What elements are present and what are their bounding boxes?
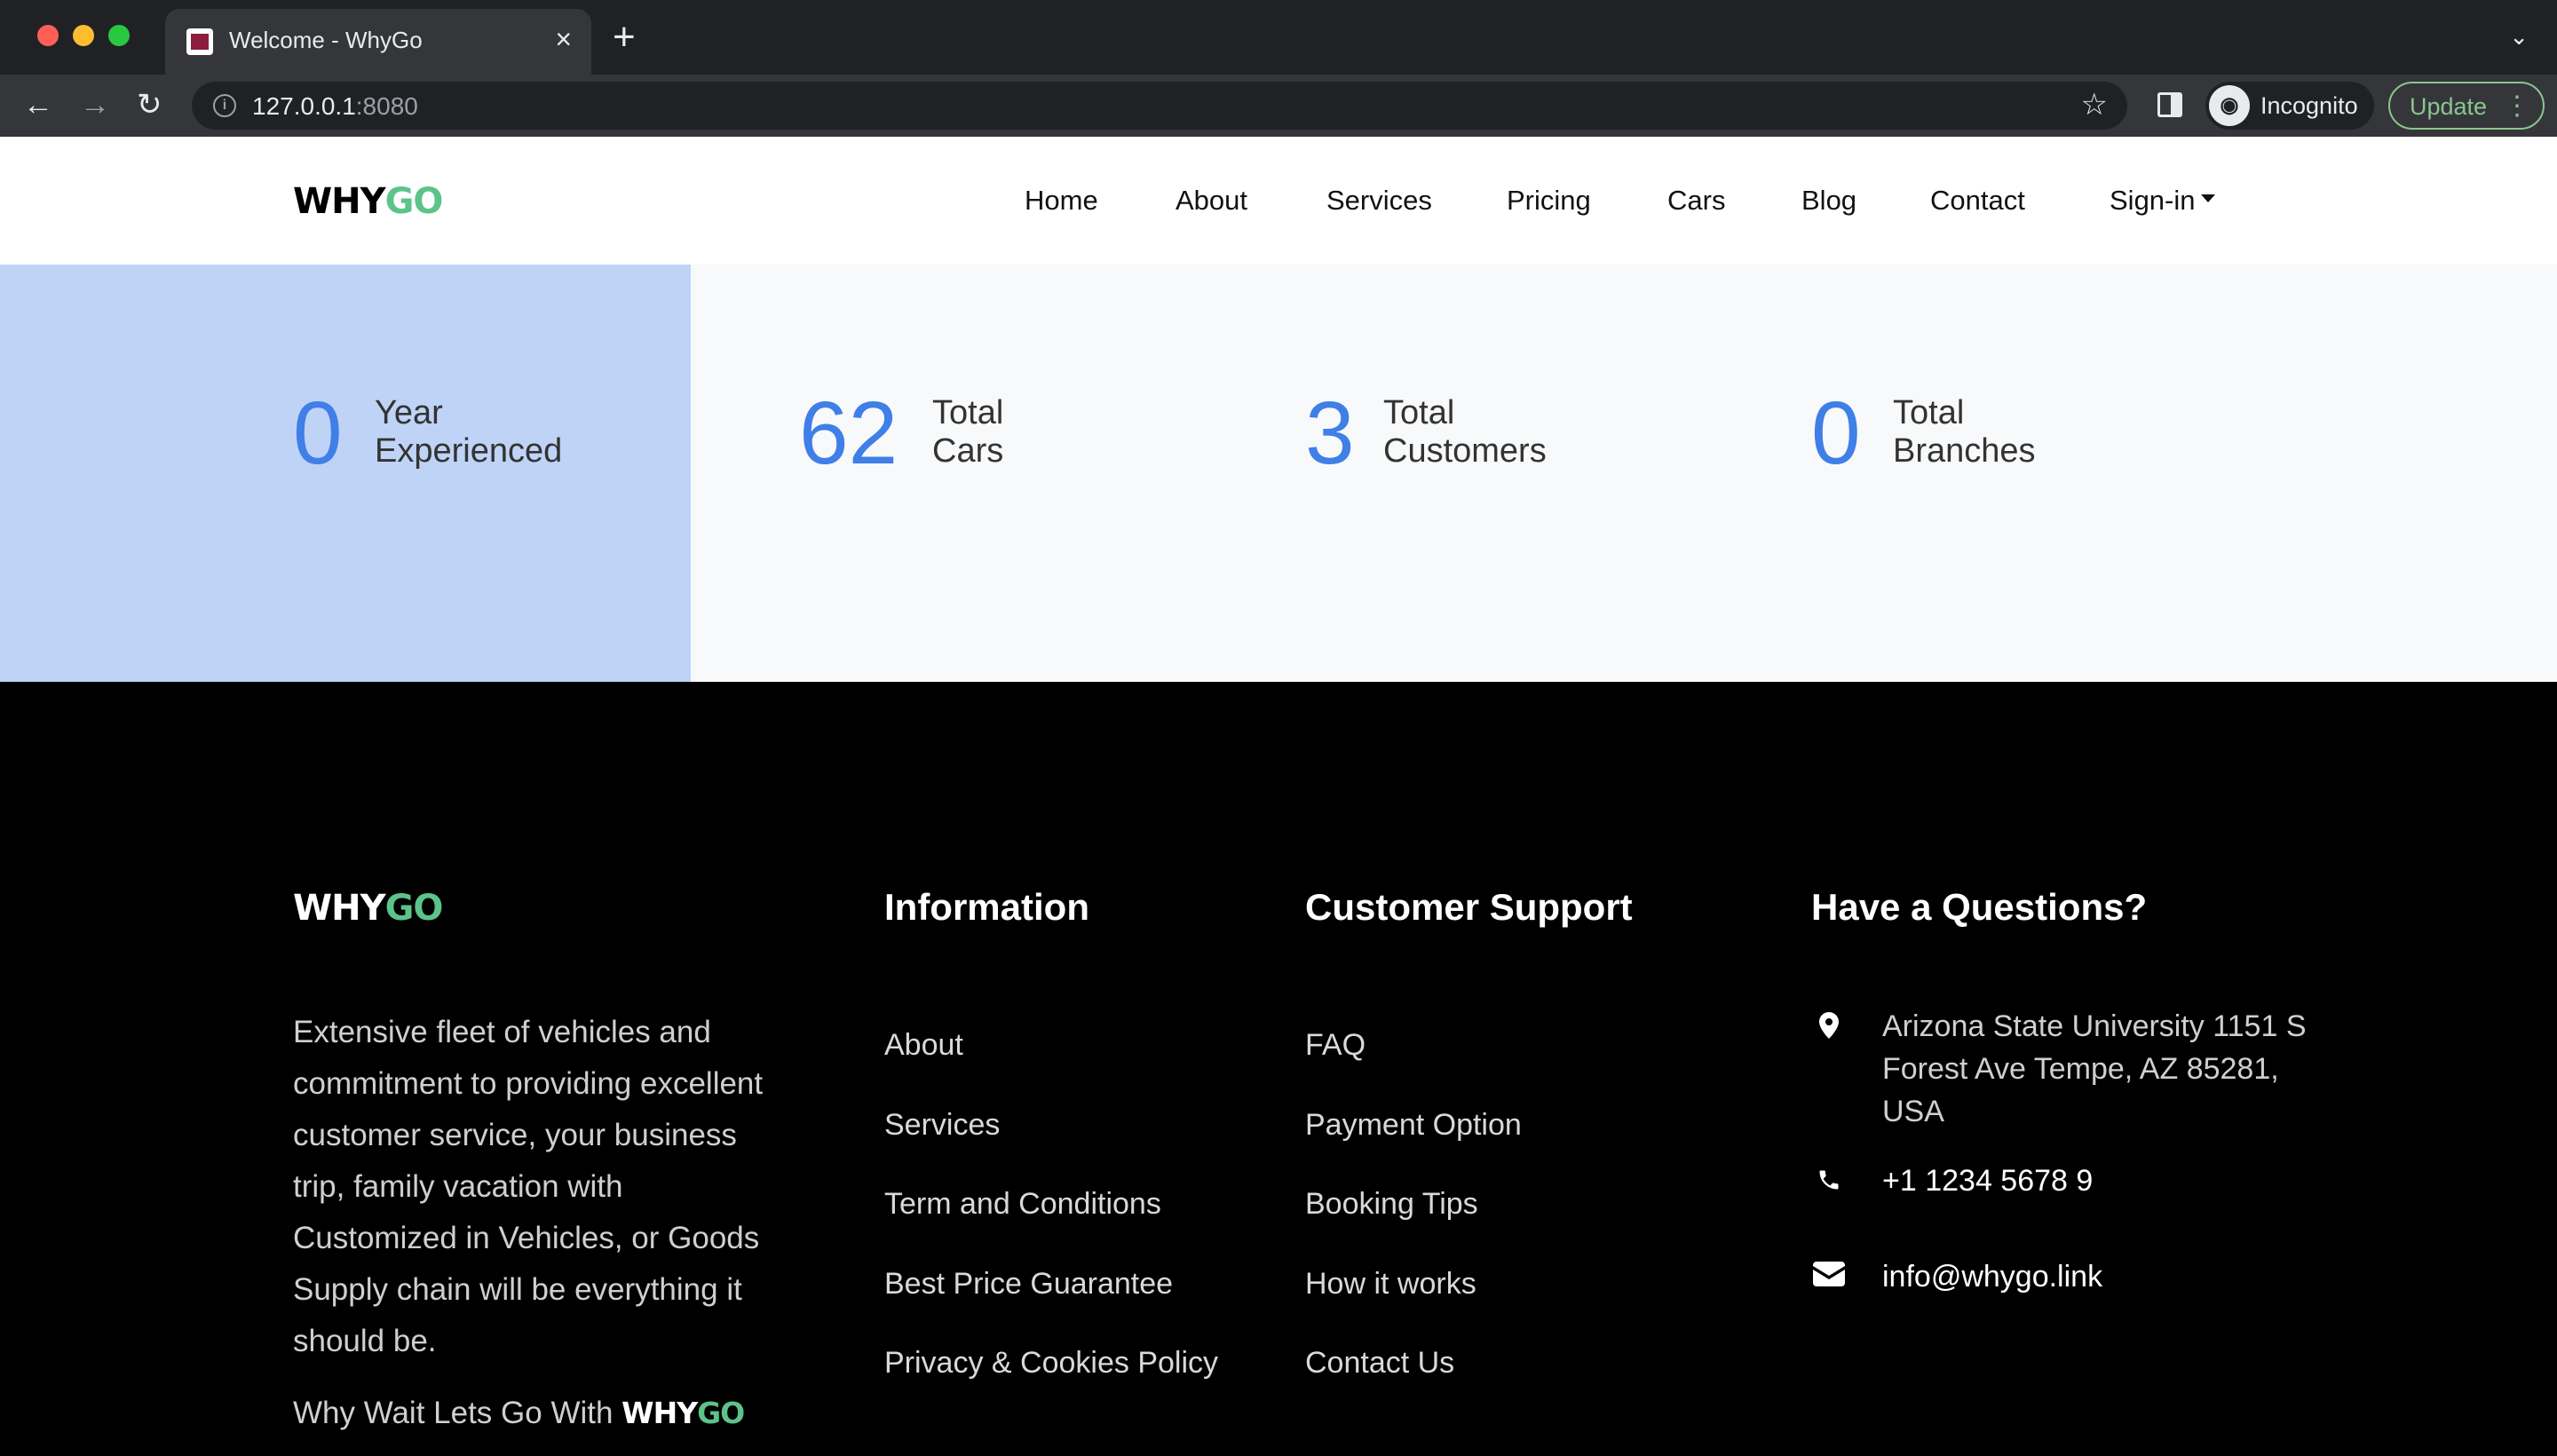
nav-link-pricing[interactable]: Pricing <box>1507 185 1591 217</box>
browser-tab-bar: Welcome - WhyGo × + ⌄ <box>0 0 2557 75</box>
stat-label: Total Customers <box>1383 394 1650 471</box>
logo-go: GO <box>697 1396 745 1430</box>
window-maximize-button[interactable] <box>108 25 130 46</box>
update-button[interactable]: Update ⋮ <box>2388 82 2545 130</box>
map-pin-icon <box>1811 1012 1847 1046</box>
envelope-svg <box>1813 1262 1845 1286</box>
stat-label-line1: Year <box>375 394 443 431</box>
url-text[interactable]: 127.0.0.1:8080 <box>252 92 418 121</box>
stat-label-line2: Experienced <box>375 432 563 470</box>
stat-value: 0 <box>1811 384 1861 483</box>
new-tab-plus-icon[interactable]: + <box>613 18 636 57</box>
site-logo[interactable]: WHYGO <box>293 181 444 222</box>
footer-heading-contact: Have a Questions? <box>1811 886 2148 928</box>
site-info-icon[interactable]: i <box>213 94 236 117</box>
logo-go: GO <box>384 888 444 929</box>
tab-close-icon[interactable]: × <box>555 23 572 55</box>
window-close-button[interactable] <box>37 25 59 46</box>
tagline-logo: WHYGO <box>621 1396 745 1430</box>
contact-phone[interactable]: +1 1234 5678 9 <box>1882 1159 2326 1202</box>
stat-label-line2: Cars <box>932 432 1004 470</box>
nav-link-services[interactable]: Services <box>1326 185 1432 217</box>
url-host: 127.0.0.1 <box>252 92 356 120</box>
incognito-profile-button[interactable]: ◉ Incognito <box>2205 82 2374 130</box>
back-arrow-icon[interactable]: ← <box>23 85 53 124</box>
contact-email[interactable]: info@whygo.link <box>1882 1255 2326 1298</box>
kebab-menu-icon[interactable]: ⋮ <box>2504 91 2530 123</box>
footer-link-services[interactable]: Services <box>884 1108 1000 1143</box>
side-panel-icon[interactable] <box>2157 92 2182 117</box>
footer-link-faq[interactable]: FAQ <box>1305 1028 1366 1063</box>
stat-label-line2: Customers <box>1383 432 1547 470</box>
phone-svg <box>1819 1170 1839 1190</box>
logo-why: WHY <box>293 888 386 929</box>
browser-toolbar: ← → ↻ i 127.0.0.1:8080 ☆ ◉ Incognito Upd… <box>0 75 2557 137</box>
footer-link-about[interactable]: About <box>884 1028 963 1063</box>
stat-value: 62 <box>799 384 899 483</box>
stat-label: Year Experienced <box>375 394 641 471</box>
tab-title: Welcome - WhyGo <box>229 27 423 53</box>
signin-label: Sign-in <box>2110 185 2196 216</box>
browser-tab-active[interactable]: Welcome - WhyGo × <box>165 9 591 75</box>
stat-label: Total Branches <box>1893 394 2159 471</box>
reload-icon[interactable]: ↻ <box>137 85 162 124</box>
stat-label-line1: Total <box>932 394 1004 431</box>
footer-link-how-it-works[interactable]: How it works <box>1305 1267 1476 1302</box>
logo-why: WHY <box>621 1396 698 1430</box>
footer-link-best-price[interactable]: Best Price Guarantee <box>884 1267 1173 1302</box>
nav-link-about[interactable]: About <box>1176 185 1247 217</box>
nav-signin-dropdown[interactable]: Sign-in <box>2110 185 2215 217</box>
tab-search-chevron-icon[interactable]: ⌄ <box>2509 23 2529 51</box>
footer-link-contact-us[interactable]: Contact Us <box>1305 1346 1454 1381</box>
window-minimize-button[interactable] <box>73 25 94 46</box>
stat-value: 0 <box>293 384 343 483</box>
stat-label-line1: Total <box>1893 394 1965 431</box>
contact-address: Arizona State University 1151 S Forest A… <box>1882 1009 2307 1128</box>
update-label: Update <box>2410 93 2488 120</box>
url-port: :8080 <box>355 92 418 120</box>
nav-link-cars[interactable]: Cars <box>1667 185 1725 217</box>
logo-go: GO <box>384 181 444 222</box>
footer-tagline: Why Wait Lets Go With WHYGO <box>293 1396 745 1431</box>
stat-label-line1: Total <box>1383 394 1455 431</box>
nav-link-contact[interactable]: Contact <box>1930 185 2025 217</box>
stat-value: 3 <box>1305 384 1355 483</box>
nav-link-home[interactable]: Home <box>1025 185 1098 217</box>
footer-link-privacy[interactable]: Privacy & Cookies Policy <box>884 1346 1218 1381</box>
footer-link-booking-tips[interactable]: Booking Tips <box>1305 1187 1478 1222</box>
site-favicon-icon <box>186 28 213 55</box>
nav-link-blog[interactable]: Blog <box>1801 185 1856 217</box>
stats-highlight-panel <box>0 265 691 682</box>
footer-link-payment[interactable]: Payment Option <box>1305 1108 1522 1143</box>
bookmark-star-icon[interactable]: ☆ <box>2081 87 2108 123</box>
stat-label: Total Cars <box>932 394 1199 471</box>
footer-logo[interactable]: WHYGO <box>293 888 444 929</box>
stat-label-line2: Branches <box>1893 432 2036 470</box>
site-navbar: WHYGO Home About Services Pricing Cars B… <box>0 137 2557 265</box>
phone-icon <box>1811 1167 1847 1199</box>
forward-arrow-icon[interactable]: → <box>80 85 110 124</box>
map-pin-svg <box>1819 1012 1839 1039</box>
footer-link-terms[interactable]: Term and Conditions <box>884 1187 1161 1222</box>
caret-down-icon <box>2200 194 2215 203</box>
footer-description: Extensive fleet of vehicles and commitme… <box>293 1015 764 1358</box>
tagline-text: Why Wait Lets Go With <box>293 1396 622 1430</box>
incognito-label: Incognito <box>2260 92 2358 119</box>
logo-why: WHY <box>293 181 386 222</box>
incognito-icon: ◉ <box>2209 85 2250 126</box>
address-bar[interactable]: i 127.0.0.1:8080 ☆ <box>192 82 2127 130</box>
footer-heading-information: Information <box>884 886 1089 928</box>
stats-section: 0 Year Experienced 62 Total Cars 3 Total… <box>0 265 2557 682</box>
footer-heading-support: Customer Support <box>1305 886 1633 928</box>
site-footer: WHYGO Extensive fleet of vehicles and co… <box>0 682 2557 1456</box>
envelope-icon <box>1811 1261 1847 1294</box>
